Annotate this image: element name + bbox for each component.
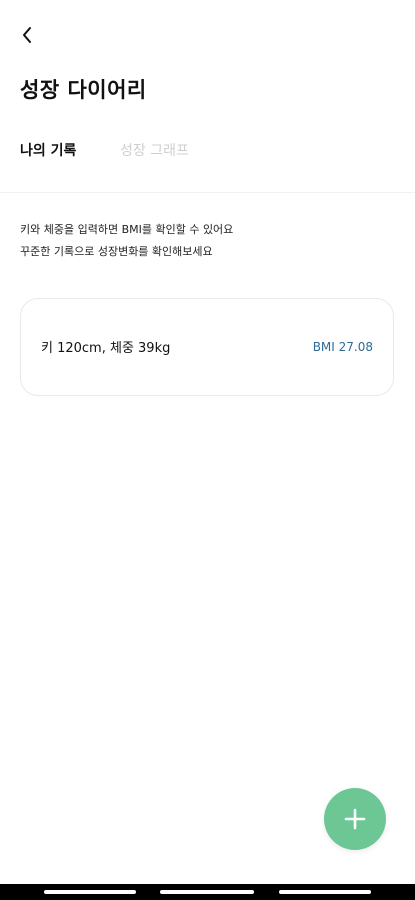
add-record-button[interactable] bbox=[324, 788, 386, 850]
chevron-left-icon bbox=[23, 27, 31, 43]
plus-icon bbox=[344, 808, 366, 830]
info-line-2: 꾸준한 기록으로 성장변화를 확인해보세요 bbox=[20, 245, 213, 258]
record-summary: 키 120cm, 체중 39kg bbox=[41, 341, 171, 356]
record-card[interactable]: 키 120cm, 체중 39kg BMI 27.08 bbox=[20, 298, 394, 396]
info-text: 키와 체중을 입력하면 BMI를 확인할 수 있어요 꾸준한 기록으로 성장변화… bbox=[20, 219, 233, 263]
nav-indicator-center bbox=[160, 890, 254, 894]
nav-indicator-left bbox=[44, 890, 136, 894]
page-title: 성장 다이어리 bbox=[20, 78, 147, 102]
tab-bar: 나의 기록 성장 그래프 bbox=[0, 130, 415, 193]
back-button[interactable] bbox=[14, 22, 40, 48]
tab-my-records[interactable]: 나의 기록 bbox=[20, 140, 76, 160]
info-line-1: 키와 체중을 입력하면 BMI를 확인할 수 있어요 bbox=[20, 223, 234, 236]
system-nav-bar bbox=[0, 884, 415, 900]
nav-indicator-right bbox=[279, 890, 371, 894]
tab-growth-graph[interactable]: 성장 그래프 bbox=[120, 140, 189, 160]
record-bmi: BMI 27.08 bbox=[312, 340, 373, 354]
